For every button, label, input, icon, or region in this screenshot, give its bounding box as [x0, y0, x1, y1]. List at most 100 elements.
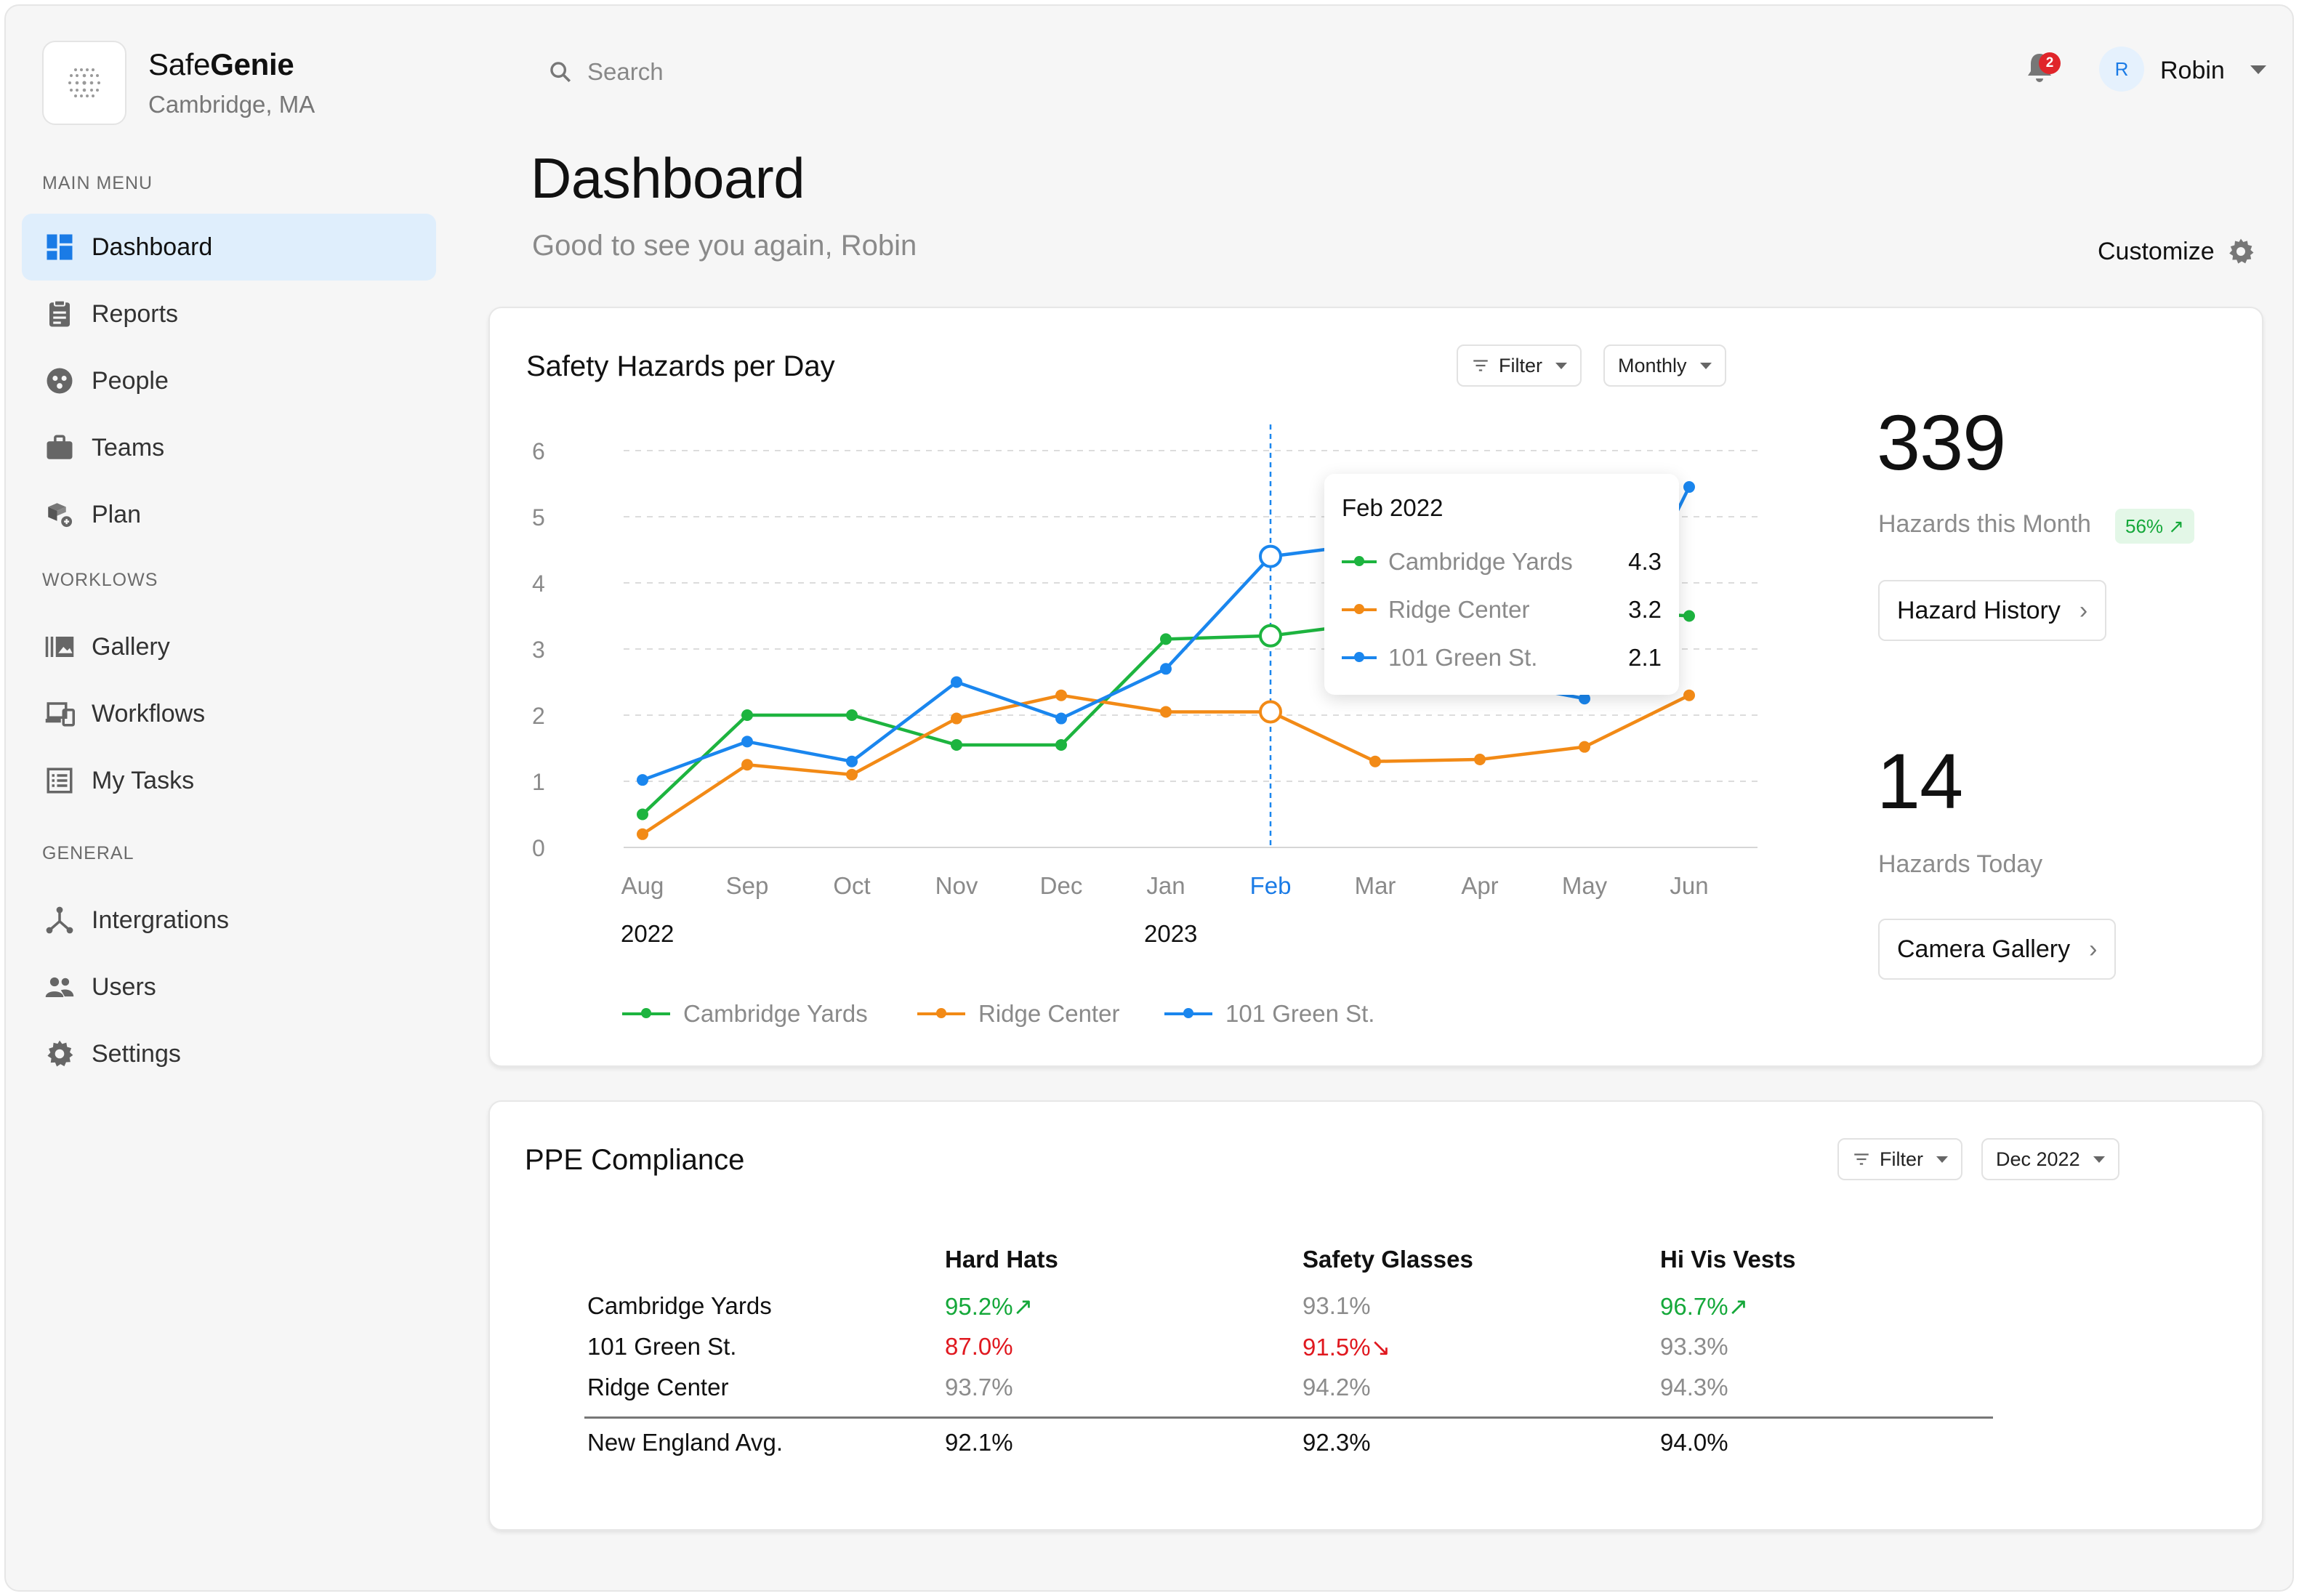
legend-label: Cambridge Yards	[683, 1000, 868, 1027]
legend-label: Ridge Center	[978, 1000, 1120, 1027]
tooltip-row: 101 Green St. 2.1	[1342, 640, 1662, 676]
x-tick-label: Mar	[1355, 872, 1396, 899]
table-cell: 91.5%↘	[1303, 1334, 1391, 1361]
filter-icon	[1854, 1153, 1869, 1165]
average-row-label: New England Avg.	[587, 1429, 784, 1456]
data-point-highlight	[1259, 544, 1282, 568]
ppe-filter-button[interactable]: Filter	[1837, 1138, 1962, 1180]
trend-up-icon: ↗	[1012, 1293, 1034, 1320]
x-tick-label: May	[1562, 872, 1608, 899]
data-point	[951, 712, 962, 725]
period-label: Dec 2022	[1996, 1148, 2080, 1170]
average-cell: 92.3%	[1303, 1429, 1371, 1456]
camera-gallery-button[interactable]: Camera Gallery ›	[1878, 919, 2117, 980]
data-point	[1055, 712, 1067, 725]
y-tick-label: 6	[532, 438, 545, 464]
legend-item-101-green-st[interactable]: 101 Green St.	[1164, 1000, 1374, 1028]
trend-up-icon: ↗	[1728, 1293, 1749, 1320]
table-divider	[584, 1416, 1993, 1419]
data-point	[951, 738, 962, 751]
chevron-down-icon	[1936, 1156, 1948, 1163]
table-cell: 93.1%	[1303, 1292, 1371, 1319]
table-cell: 95.2%↗	[945, 1293, 1034, 1320]
chevron-right-icon: ›	[2079, 596, 2088, 624]
data-point	[1579, 741, 1590, 753]
x-tick-label: Jun	[1670, 872, 1708, 899]
y-tick-label: 0	[532, 835, 545, 861]
x-tick-label: Feb	[1250, 872, 1292, 899]
x-tick-label: Apr	[1461, 872, 1498, 899]
data-point	[951, 676, 962, 688]
table-cell: 87.0%	[945, 1333, 1013, 1360]
column-header: Safety Glasses	[1303, 1246, 1473, 1273]
legend-item-cambridge-yards[interactable]: Cambridge Yards	[622, 1000, 868, 1028]
tooltip-row-label: Cambridge Yards	[1388, 548, 1573, 575]
data-point	[1683, 481, 1695, 493]
y-tick-label: 5	[532, 504, 545, 531]
column-header: Hard Hats	[945, 1246, 1058, 1273]
average-cell: 94.0%	[1660, 1429, 1728, 1456]
x-tick-label: Nov	[935, 872, 978, 899]
legend-label: 101 Green St.	[1225, 1000, 1375, 1027]
tooltip-row-value: 3.2	[1628, 596, 1662, 623]
x-tick-label: Sep	[726, 872, 769, 899]
app-window: SafeGenie Cambridge, MA MAIN MENU Dashbo…	[4, 4, 2294, 1592]
average-cell: 92.1%	[945, 1429, 1013, 1456]
legend-swatch	[1342, 652, 1377, 662]
table-cell: 94.2%	[1303, 1374, 1371, 1400]
data-point	[741, 759, 753, 771]
row-label: Cambridge Yards	[587, 1292, 772, 1319]
tooltip-row: Ridge Center 3.2	[1342, 592, 1662, 628]
data-point	[637, 808, 648, 821]
camera-gallery-label: Camera Gallery	[1897, 935, 2071, 963]
data-point	[1160, 706, 1172, 718]
row-label: Ridge Center	[587, 1374, 729, 1400]
tooltip-row-label: 101 Green St.	[1388, 644, 1538, 671]
data-point	[1683, 689, 1695, 701]
data-point	[1474, 753, 1486, 765]
filter-label: Filter	[1880, 1148, 1923, 1170]
data-point	[846, 755, 858, 767]
trend-down-icon: ↘	[1370, 1334, 1391, 1361]
data-point	[741, 735, 753, 748]
legend-swatch	[622, 1008, 670, 1018]
legend-swatch	[1342, 604, 1377, 614]
legend-swatch	[1342, 556, 1377, 566]
ppe-period-select[interactable]: Dec 2022	[1981, 1138, 2119, 1180]
tooltip-row-value: 2.1	[1628, 644, 1662, 671]
data-point	[1160, 663, 1172, 675]
hazard-history-button[interactable]: Hazard History ›	[1878, 580, 2107, 641]
legend-item-ridge-center[interactable]: Ridge Center	[917, 1000, 1119, 1028]
table-cell: 93.7%	[945, 1374, 1013, 1400]
x-tick-label: Dec	[1040, 872, 1083, 899]
chart-tooltip: Feb 2022 Cambridge Yards 4.3 Ridge Cente…	[1324, 474, 1679, 695]
tooltip-row-label: Ridge Center	[1388, 596, 1530, 623]
data-point	[1683, 610, 1695, 622]
hazards-today-label: Hazards Today	[1878, 850, 2043, 878]
data-point	[1055, 738, 1067, 751]
data-point-highlight	[1259, 624, 1282, 648]
data-point	[1369, 755, 1381, 767]
year-label: 2022	[621, 920, 674, 947]
data-point	[846, 709, 858, 721]
data-point-highlight	[1259, 700, 1282, 724]
row-label: 101 Green St.	[587, 1333, 737, 1360]
y-tick-label: 1	[532, 769, 545, 795]
legend-swatch	[917, 1008, 965, 1018]
hazard-history-label: Hazard History	[1897, 596, 2061, 624]
hazards-month-label: Hazards this Month	[1878, 510, 2091, 538]
data-point	[1055, 689, 1067, 701]
column-header: Hi Vis Vests	[1660, 1246, 1796, 1273]
x-tick-label: Oct	[833, 872, 870, 899]
y-tick-label: 3	[532, 637, 545, 663]
data-point	[1160, 633, 1172, 645]
x-tick-label: Aug	[621, 872, 664, 899]
y-tick-label: 2	[532, 703, 545, 729]
chevron-right-icon: ›	[2089, 935, 2098, 963]
data-point	[846, 768, 858, 781]
year-label: 2023	[1144, 920, 1197, 947]
y-tick-label: 4	[532, 571, 545, 597]
series-ridge-center	[637, 689, 1695, 840]
x-tick-label: Jan	[1146, 872, 1185, 899]
table-cell: 93.3%	[1660, 1333, 1728, 1360]
